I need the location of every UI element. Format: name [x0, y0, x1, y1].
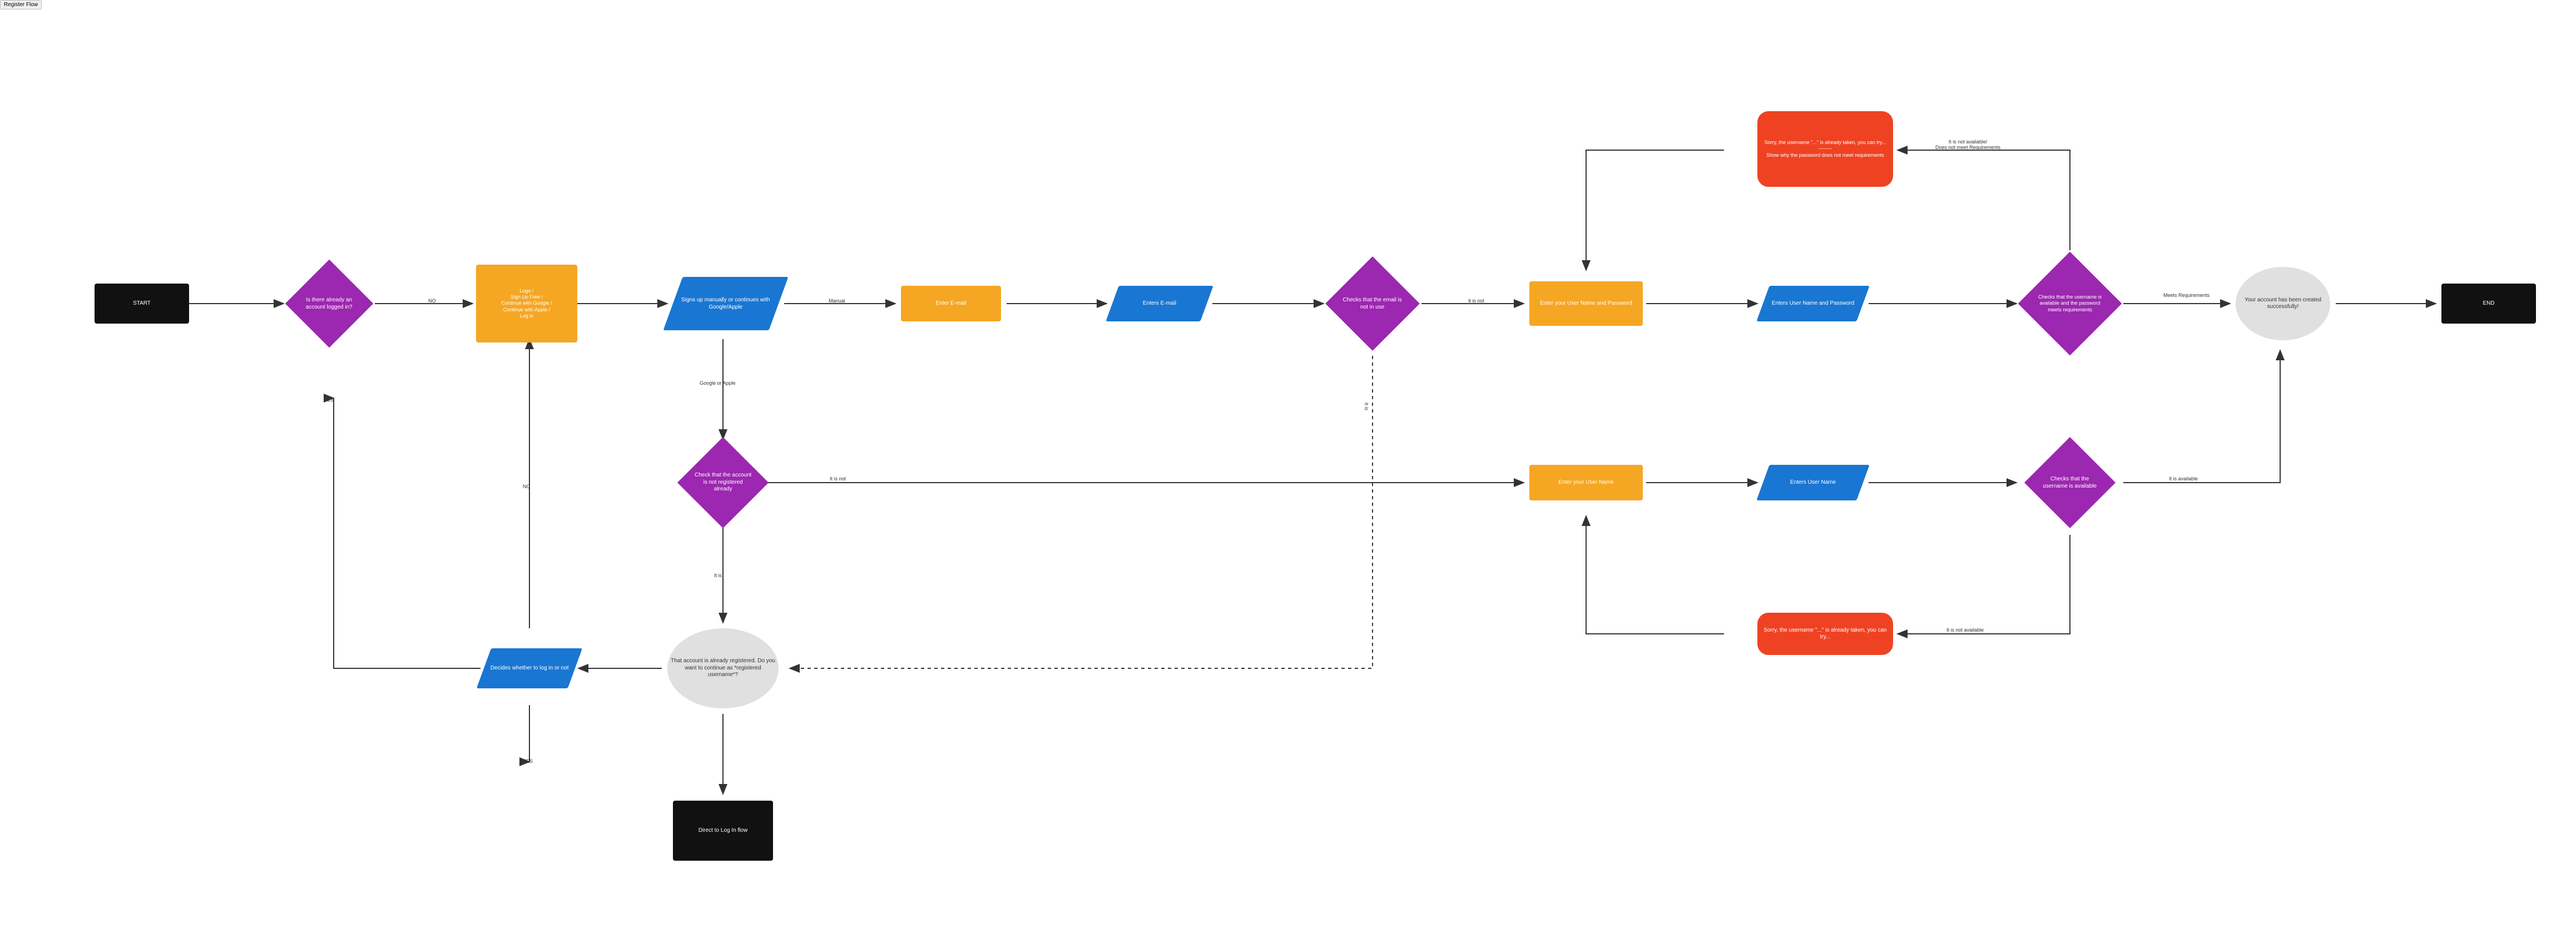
end-node: END: [2441, 284, 2536, 324]
already-registered-prompt: That account is already registered. Do y…: [667, 628, 779, 708]
enter-username-password: Enter your User Name and Password: [1529, 281, 1643, 326]
flow-canvas: START Is there already an account logged…: [0, 0, 2576, 943]
edge-label: It is not available: [1946, 627, 1984, 633]
decision-account-registered: Check that the account is not registered…: [677, 437, 769, 528]
edge-label: NO: [428, 298, 436, 304]
edge-label: It is: [714, 573, 722, 578]
direct-login-flow: Direct to Log In flow: [673, 801, 773, 861]
edge-label: It is available: [2169, 476, 2198, 482]
edge-label: It is not: [1468, 298, 1484, 304]
enter-email: Enter E-mail: [901, 286, 1001, 321]
decision-email-in-use: Checks that the email is not in use: [1325, 256, 1420, 351]
signs-up-input: Signs up manually or continues with Goog…: [663, 277, 789, 330]
edge-label: It is: [1364, 403, 1369, 410]
success-node: Your account has been created successful…: [2236, 267, 2330, 340]
decides-login-input: Decides whether to log in or not: [477, 648, 582, 688]
enter-username: Enter your User Name: [1529, 465, 1643, 500]
decision-username-password: Checks that the username is available an…: [2018, 252, 2122, 356]
enters-username-password-input: Enters User Name and Password: [1756, 286, 1869, 321]
signup-options: Logo / Sign Up Free / Continue with Goog…: [476, 265, 577, 343]
edge-label: Manual: [829, 298, 845, 304]
edge-label: YES: [523, 758, 533, 764]
edge-label: Meets Requirements: [2163, 292, 2210, 298]
error-username-password: Sorry, the username "..." is already tak…: [1757, 111, 1893, 187]
decision-logged-in: Is there already an account logged in?: [285, 260, 373, 348]
start-node: START: [95, 284, 189, 324]
edge-label: It is not available/ Does not meet Requi…: [1935, 139, 2000, 150]
edge-label: YES: [324, 397, 334, 403]
enters-email-input: Enters E-mail: [1106, 286, 1213, 321]
edge-label: NO: [523, 484, 531, 489]
edge-label: It is not: [830, 476, 846, 482]
decision-username-available: Checks that the username is available: [2024, 437, 2116, 528]
enters-username-input: Enters User Name: [1756, 465, 1869, 500]
error-username-taken: Sorry, the username "..." is already tak…: [1757, 613, 1893, 655]
edge-label: Google or Apple: [700, 380, 736, 386]
